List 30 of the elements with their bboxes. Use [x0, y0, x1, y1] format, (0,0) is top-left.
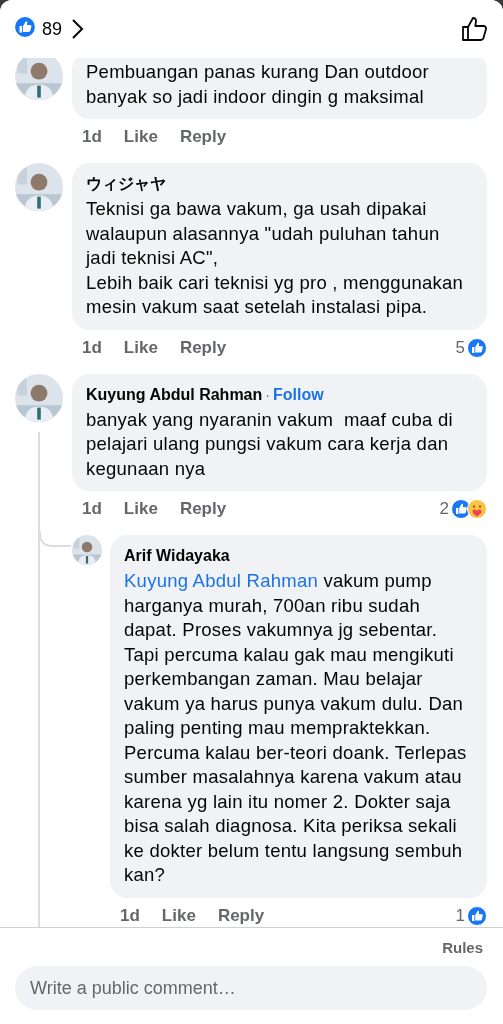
reaction-count[interactable]: 5 [455, 337, 465, 358]
like-link[interactable]: Like [161, 905, 196, 926]
like-link[interactable]: Like [123, 499, 158, 519]
separator-dot: · [265, 385, 270, 405]
mention-link[interactable]: Kuyung Abdul Rahman [124, 570, 318, 591]
like-link[interactable]: Like [123, 337, 158, 358]
comment-time: 1d [82, 337, 102, 358]
like-link[interactable]: Like [123, 127, 158, 147]
comment-text: banyak yang nyaranin vakum maaf cuba di pelajari ulang pungsi vakum cara kerja dan kegunaan nya [86, 407, 454, 481]
reply-link[interactable]: Reply [217, 905, 265, 926]
reply-link[interactable]: Reply [179, 337, 227, 358]
comment-input-field[interactable]: Write a public comment… [15, 966, 487, 1010]
comment-time: 1d [120, 905, 140, 926]
reply-link[interactable]: Reply [179, 127, 227, 147]
reply-link[interactable]: Reply [179, 499, 227, 519]
comment-time: 1d [82, 499, 102, 519]
commenter-name[interactable]: Arif Widayaka [124, 545, 230, 567]
comment-time: 1d [82, 127, 102, 147]
commenter-name[interactable]: ウィジャヤ [86, 173, 166, 195]
comment-text: Teknisi ga bawa vakum, ga usah dipakai walaupun alasannya "udah puluhan tahun jadi teknisi AC", Lebih baik cari teknisi yg pro , menggunakan mesin vakum saat setelah instalasi pipa. [86, 197, 465, 319]
comment-text: Kuyung Abdul Rahman vakum pump harganya murah, 700an ribu sudah dapat. Proses vakumnya jg sebentar. Tapi percuma kalau gak mau mengikuti perkembangan zaman. Mau belajar vakum ya harus punya vakum dulu. Dan paling penting mau mempraktekkan. Percuma kalau ber-teori doank. Terlepas sumber masalahnya karena vakum atau karena yg lain itu nomer 2. Dokter saja bisa salah diagnosa. Kita periksa sekali ke dokter belum tentu langsung sembuh kan? [124, 569, 468, 887]
comment-text: Pembuangan panas kurang Dan outdoor banyak so jadi indoor dingin g maksimal [86, 60, 431, 109]
reaction-count[interactable]: 1 [455, 905, 465, 926]
chevron-right-icon[interactable] [70, 18, 85, 40]
reaction-count[interactable]: 2 [439, 499, 449, 519]
thumbs-up-icon[interactable] [461, 16, 489, 42]
commenter-name[interactable]: Kuyung Abdul Rahman [86, 383, 263, 406]
rules-link[interactable]: Rules [438, 936, 487, 966]
reaction-count[interactable]: 89 [42, 18, 63, 40]
follow-link[interactable]: Follow [272, 383, 324, 406]
